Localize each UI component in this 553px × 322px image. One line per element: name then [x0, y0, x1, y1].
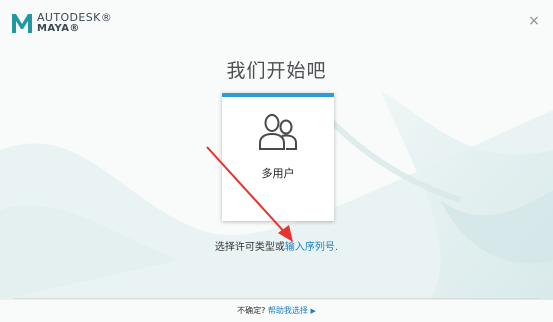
- close-button[interactable]: ×: [527, 14, 541, 28]
- choose-prefix: 选择许可类型或: [214, 242, 285, 253]
- enter-serial-link[interactable]: 输入序列号: [285, 242, 335, 253]
- close-icon: ×: [528, 13, 540, 29]
- card-label: 多用户: [261, 167, 295, 180]
- help-me-choose-link[interactable]: 帮助我选择: [268, 306, 308, 315]
- play-arrow-icon[interactable]: ▶: [310, 307, 315, 315]
- footer-help: 不确定? 帮助我选择 ▶: [0, 305, 553, 316]
- brand-line-autodesk: AUTODESK®: [37, 11, 113, 24]
- brand-line-maya: MAYA®: [37, 23, 80, 34]
- brand-wordmark: AUTODESK® MAYA®: [37, 12, 112, 34]
- users-icon: [259, 114, 297, 150]
- multi-user-card[interactable]: 多用户: [222, 93, 334, 221]
- maya-logo-icon: [12, 14, 32, 33]
- footer-divider: [13, 298, 540, 299]
- page-title: 我们开始吧: [226, 60, 327, 82]
- license-choice-text: 选择许可类型或输入序列号.: [0, 238, 553, 253]
- choose-suffix: .: [334, 242, 339, 253]
- installer-window: AUTODESK® MAYA® × 我们开始吧 多用户 选择许可类型或输入序列号…: [0, 0, 553, 322]
- footer-prefix: 不确定?: [237, 306, 266, 315]
